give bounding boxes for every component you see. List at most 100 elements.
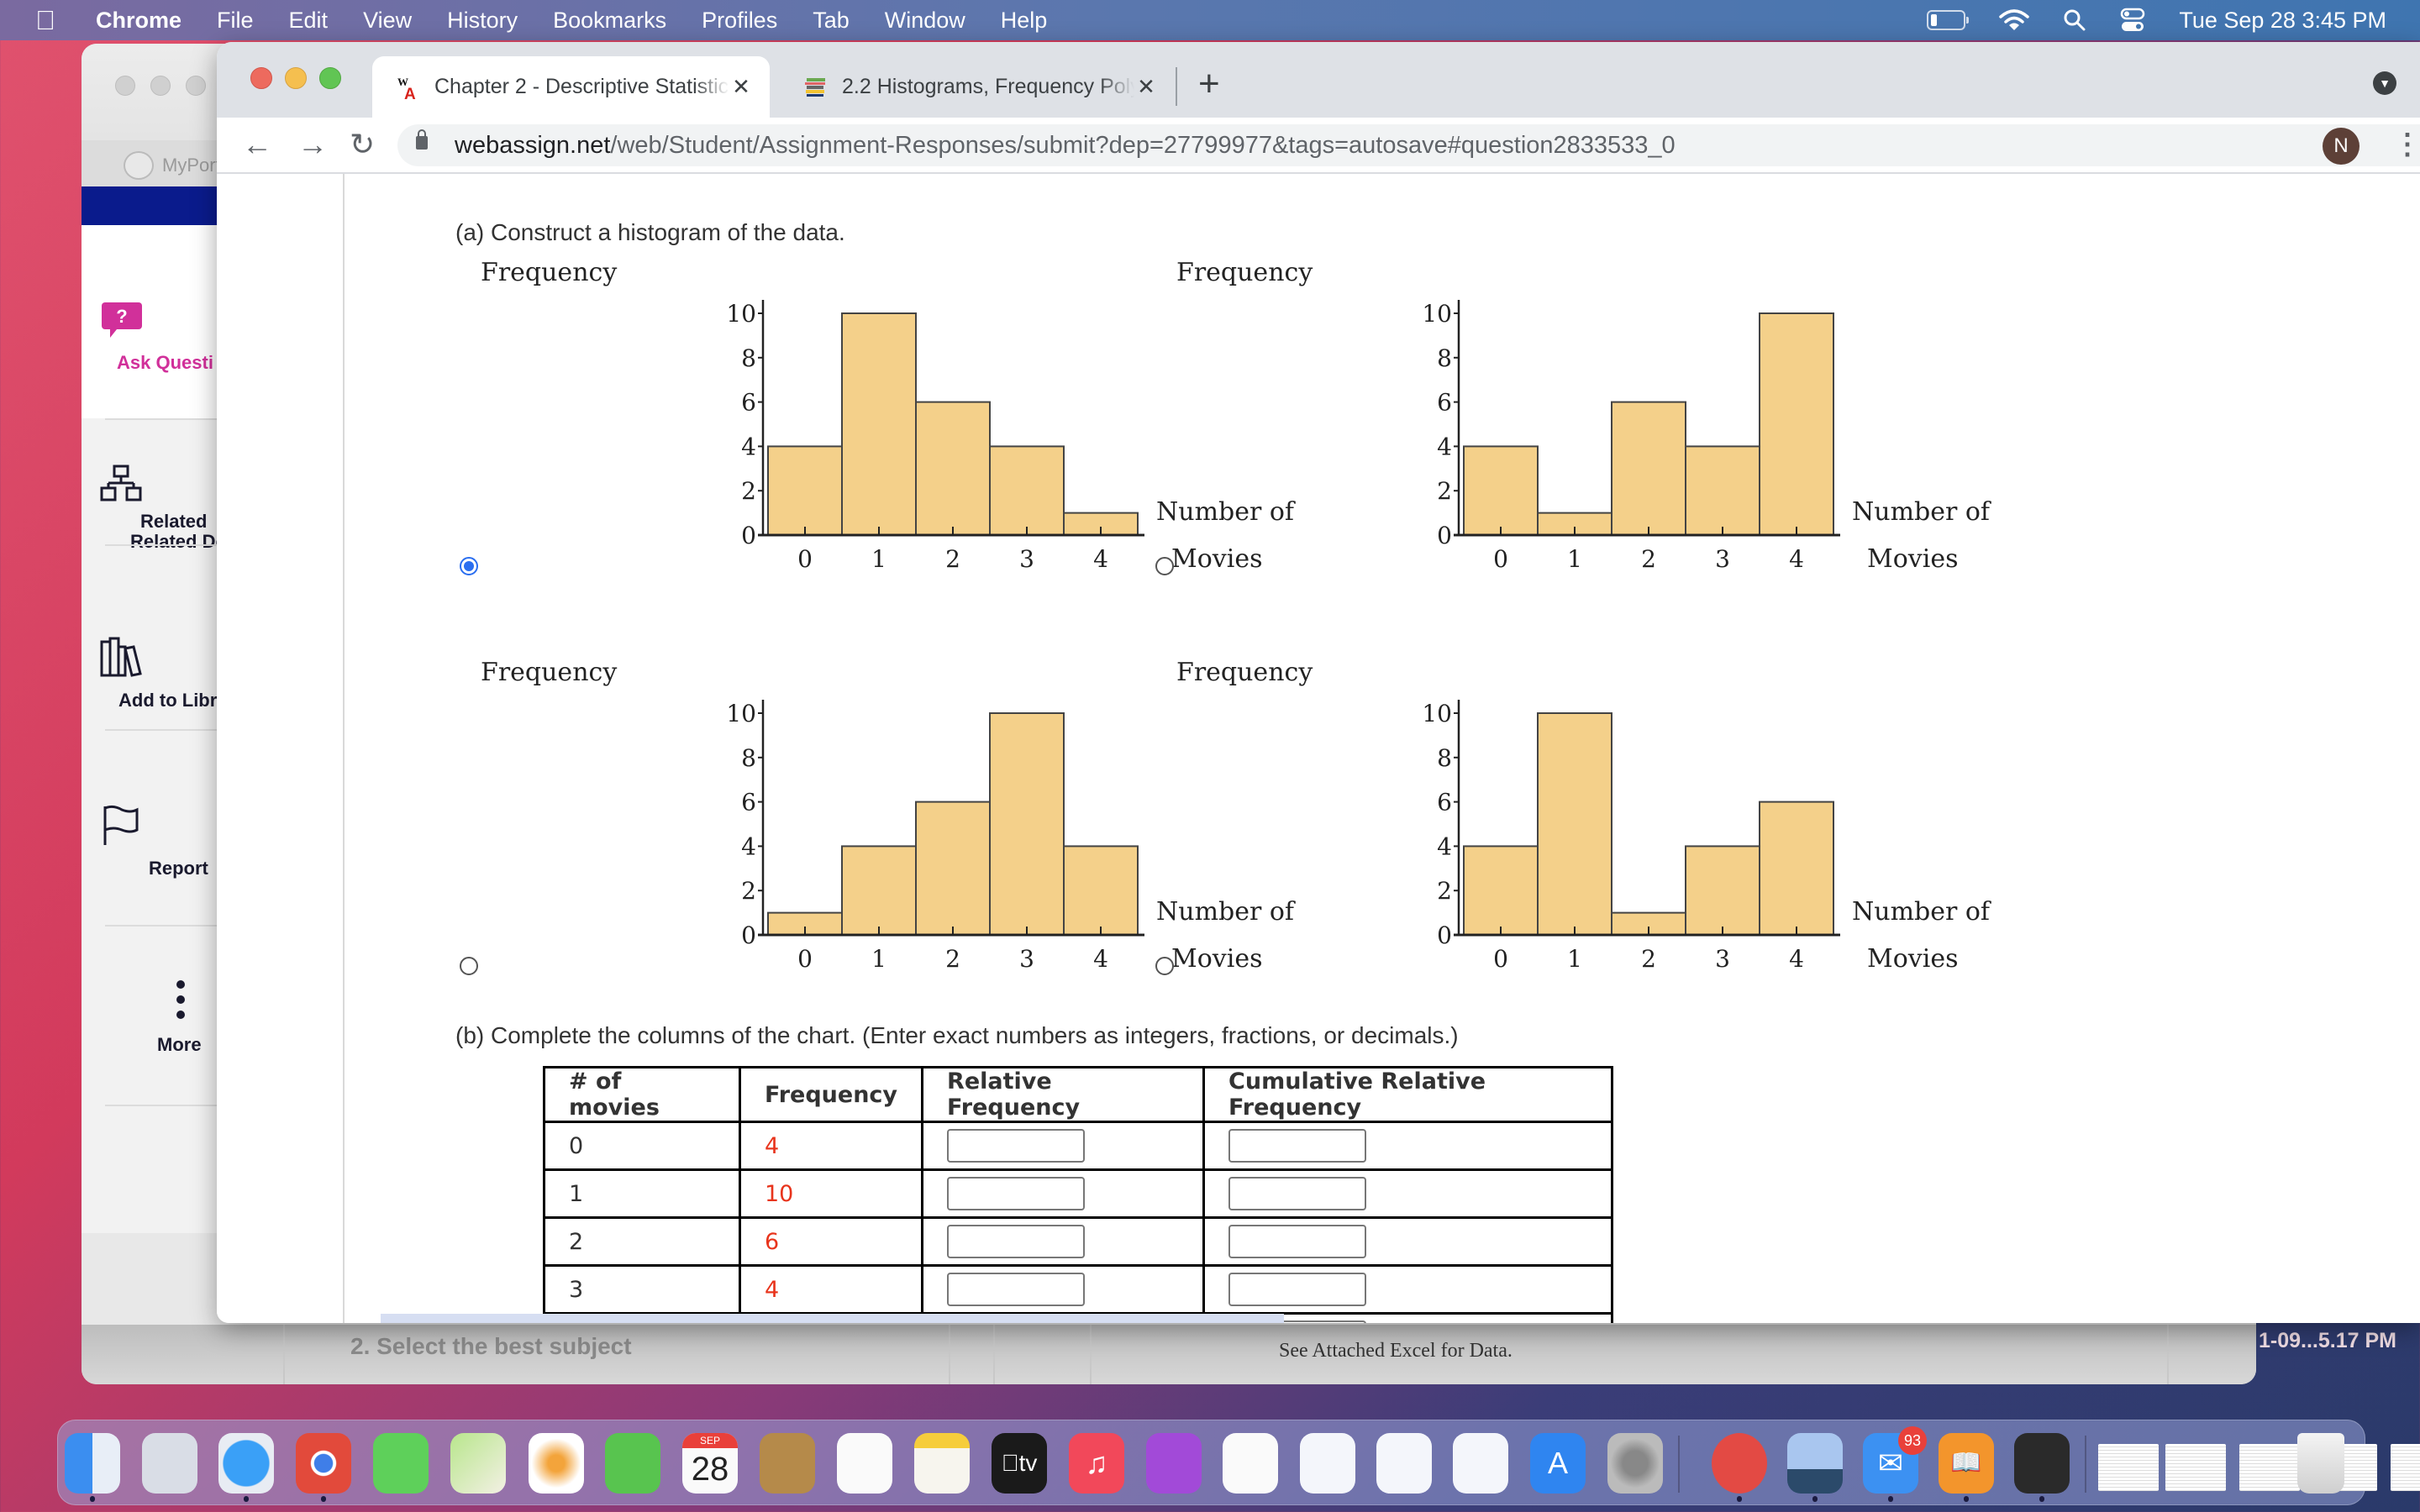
menu-window[interactable]: Window: [885, 8, 965, 34]
menu-clock[interactable]: Tue Sep 28 3:45 PM: [2179, 8, 2386, 34]
x-tick-label: 4: [1789, 545, 1804, 573]
dock-minimized-window-thumbnail[interactable]: [2391, 1444, 2420, 1491]
sidebar-item-more[interactable]: More: [82, 979, 224, 1055]
dock-keynote-icon[interactable]: [1300, 1433, 1355, 1494]
y-tick-label: 8: [1437, 344, 1452, 372]
cumulative-relative-frequency-input[interactable]: [1228, 1273, 1367, 1306]
histogram-option-4-radio[interactable]: [1155, 957, 1174, 975]
tab-search-icon[interactable]: ▼: [2373, 71, 2396, 95]
battery-icon[interactable]: [1927, 10, 1970, 30]
tab-histograms[interactable]: 2.2 Histograms, Frequency Polygons ✕: [780, 56, 1175, 118]
dock-podcasts-icon[interactable]: [1146, 1433, 1202, 1494]
sidebar-item-add-to-library[interactable]: Add to Libr: [82, 637, 224, 711]
relative-frequency-input[interactable]: [947, 1177, 1086, 1210]
apple-menu-icon[interactable]: : [35, 5, 55, 36]
dock-messages-icon[interactable]: [373, 1433, 429, 1494]
dock-preview-icon[interactable]: [1787, 1433, 1843, 1494]
dock-pages-icon[interactable]: [1453, 1433, 1508, 1494]
sidebar-label-ask-question: Ask Questi: [117, 352, 213, 373]
bg-close-button[interactable]: [115, 76, 135, 96]
zoom-window-button[interactable]: [319, 67, 341, 89]
histogram-option-2-radio[interactable]: [1155, 557, 1174, 575]
dock-airmail-icon[interactable]: [1712, 1433, 1767, 1494]
dock-minimized-window-thumbnail[interactable]: [2165, 1444, 2226, 1491]
url-text[interactable]: webassign.net/web/Student/Assignment-Res…: [455, 124, 1676, 166]
profile-avatar[interactable]: N: [2323, 128, 2360, 165]
dock-books-icon[interactable]: 📖: [1939, 1433, 1994, 1494]
reload-icon[interactable]: ↻: [350, 126, 375, 163]
menu-view[interactable]: View: [363, 8, 412, 34]
histogram-bar-1: [841, 845, 917, 936]
y-tick-label: 4: [1437, 433, 1452, 460]
dock-system-preferences-icon[interactable]: [1607, 1433, 1663, 1494]
dock-music-icon[interactable]: ♫: [1069, 1433, 1124, 1494]
histogram-bar-4: [1063, 845, 1139, 936]
dock-contacts-icon[interactable]: [760, 1433, 815, 1494]
dock-launchpad-icon[interactable]: [142, 1433, 197, 1494]
lock-icon[interactable]: [416, 129, 428, 150]
dock-news-icon[interactable]: [1223, 1433, 1278, 1494]
relative-frequency-input[interactable]: [947, 1225, 1086, 1258]
tab-close-icon[interactable]: ✕: [1134, 74, 1158, 100]
menu-help[interactable]: Help: [1001, 8, 1048, 34]
menu-history[interactable]: History: [447, 8, 518, 34]
dock-mail-icon[interactable]: ✉ 93: [1863, 1426, 1927, 1494]
y-tick-label: 0: [1437, 921, 1452, 949]
dock-facetime-icon[interactable]: [605, 1433, 660, 1494]
background-tab-myportal[interactable]: MyPort: [124, 151, 221, 180]
control-center-icon[interactable]: [2120, 8, 2145, 33]
close-window-button[interactable]: [250, 67, 272, 89]
dock-minimized-window-thumbnail[interactable]: [2098, 1444, 2159, 1491]
address-bar[interactable]: webassign.net/web/Student/Assignment-Res…: [397, 124, 2420, 166]
dock-app-store-icon[interactable]: A: [1530, 1433, 1586, 1494]
cumulative-relative-frequency-input[interactable]: [1228, 1129, 1367, 1163]
tab-close-icon[interactable]: ✕: [729, 74, 753, 100]
new-tab-button[interactable]: +: [1198, 62, 1220, 106]
histogram-option-1-radio[interactable]: [460, 557, 478, 575]
menu-profiles[interactable]: Profiles: [702, 8, 777, 34]
relative-frequency-input[interactable]: [947, 1129, 1086, 1163]
tab-separator: [1176, 67, 1177, 106]
menu-app-name[interactable]: Chrome: [96, 8, 182, 34]
attached-excel-text: See Attached Excel for Data.: [1279, 1340, 1512, 1362]
background-column: [1090, 1325, 2169, 1384]
dock-tv-icon[interactable]: tv: [992, 1433, 1047, 1494]
chrome-menu-icon[interactable]: ⋮: [2393, 123, 2420, 166]
horizontal-scrollbar[interactable]: [381, 1314, 1284, 1323]
dock-finder-icon[interactable]: [65, 1433, 120, 1494]
dock-maps-icon[interactable]: [450, 1433, 506, 1494]
dock-chrome-icon[interactable]: [296, 1433, 351, 1494]
bg-minimize-button[interactable]: [150, 76, 171, 96]
select-subject-text[interactable]: 2. Select the best subject: [350, 1333, 632, 1360]
tab-chapter-2[interactable]: W A Chapter 2 - Descriptive Statistics ✕: [372, 56, 770, 118]
dock-safari-icon[interactable]: [218, 1433, 274, 1494]
dock-numbers-icon[interactable]: [1376, 1433, 1432, 1494]
sidebar-item-report[interactable]: Report: [82, 805, 224, 879]
sidebar-item-related-documents[interactable]: Related Related Document: [82, 465, 292, 552]
menu-tab[interactable]: Tab: [813, 8, 850, 34]
dock-trash-icon[interactable]: [2297, 1433, 2344, 1494]
cumulative-relative-frequency-input[interactable]: [1228, 1225, 1367, 1258]
bg-zoom-button[interactable]: [186, 76, 206, 96]
dock-minimized-window-thumbnail[interactable]: [2239, 1444, 2300, 1491]
background-lower-panel: 2. Select the best subject See Attached …: [82, 1325, 2256, 1384]
relative-frequency-input[interactable]: [947, 1273, 1086, 1306]
y-tick-label: 4: [741, 433, 756, 460]
menu-bookmarks[interactable]: Bookmarks: [553, 8, 666, 34]
sidebar-item-ask-question[interactable]: ? Ask Questi: [82, 301, 224, 373]
dock-photos-icon[interactable]: [529, 1433, 584, 1494]
table-header-row: # of movies Frequency Relative Frequency…: [543, 1066, 1613, 1123]
menu-file[interactable]: File: [217, 8, 254, 34]
histogram-option-3-radio[interactable]: [460, 957, 478, 975]
back-arrow-icon[interactable]: ←: [242, 126, 272, 163]
dock-garageband-icon[interactable]: [2014, 1433, 2070, 1494]
wifi-icon[interactable]: [1999, 8, 2030, 32]
dock-calendar-icon[interactable]: SEP 28: [682, 1433, 738, 1494]
menu-edit[interactable]: Edit: [289, 8, 329, 34]
spotlight-search-icon[interactable]: [2063, 8, 2086, 32]
forward-arrow-icon[interactable]: →: [297, 126, 328, 163]
cumulative-relative-frequency-input[interactable]: [1228, 1177, 1367, 1210]
dock-notes-icon[interactable]: [914, 1433, 970, 1494]
minimize-window-button[interactable]: [285, 67, 307, 89]
dock-reminders-icon[interactable]: [837, 1433, 892, 1494]
